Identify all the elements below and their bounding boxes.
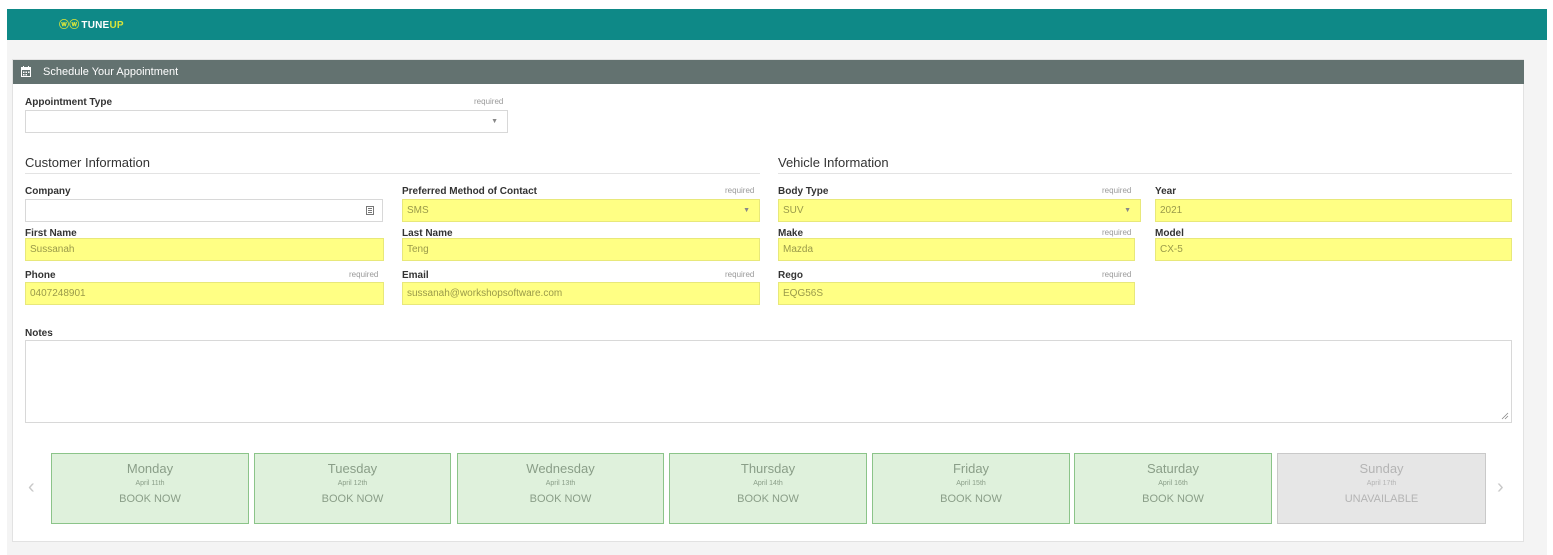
email-label: Email [402, 270, 429, 281]
day-date: April 16th [1158, 480, 1188, 487]
company-label: Company [25, 186, 71, 197]
phone-value: 0407248901 [30, 288, 86, 299]
day-name: Friday [952, 461, 990, 476]
logo-mark-icon: ⓦⓦ [59, 20, 80, 31]
chevron-down-icon: ▼ [1124, 207, 1131, 214]
phone-label: Phone [25, 270, 56, 281]
company-input[interactable] [25, 199, 383, 222]
unavailable-label: UNAVAILABLE [1344, 493, 1419, 505]
next-week-arrow-icon[interactable]: › [1497, 476, 1504, 499]
body-type-value: SUV [783, 205, 804, 216]
day-name: Thursday [740, 461, 796, 476]
logo-text: TUNE [81, 20, 110, 31]
chevron-down-icon: ▼ [491, 118, 498, 125]
calendar-icon [21, 66, 31, 77]
day-name: Monday [126, 461, 174, 476]
day-card-monday[interactable]: Monday April 11th BOOK NOW [51, 453, 249, 524]
appointment-type-select[interactable]: ▼ [25, 110, 508, 133]
book-now-button[interactable]: BOOK NOW [873, 493, 1069, 505]
customer-info-heading: Customer Information [25, 155, 150, 170]
day-card-tuesday[interactable]: Tuesday April 12th BOOK NOW [254, 453, 451, 524]
prev-week-arrow-icon[interactable]: ‹ [28, 476, 35, 499]
year-label: Year [1155, 186, 1177, 197]
day-date: April 11th [135, 480, 165, 487]
email-required: required [725, 270, 755, 279]
contact-card-icon [366, 206, 374, 215]
rego-input[interactable]: EQG56S [778, 282, 1135, 305]
day-name: Sunday [1359, 461, 1404, 476]
body-type-label: Body Type [778, 186, 829, 197]
day-name: Wednesday [526, 461, 595, 476]
contact-method-value: SMS [407, 205, 429, 216]
day-card-saturday[interactable]: Saturday April 16th BOOK NOW [1074, 453, 1272, 524]
book-now-button[interactable]: BOOK NOW [1075, 493, 1271, 505]
year-value: 2021 [1160, 205, 1183, 216]
book-now-button[interactable]: BOOK NOW [52, 493, 248, 505]
model-value: CX-5 [1160, 244, 1183, 255]
notes-textarea[interactable] [25, 340, 1512, 423]
contact-method-required: required [725, 186, 755, 195]
book-now-button[interactable]: BOOK NOW [255, 493, 450, 505]
first-name-input[interactable]: Sussanah [25, 238, 384, 261]
day-card-friday[interactable]: Friday April 15th BOOK NOW [872, 453, 1070, 524]
contact-method-label: Preferred Method of Contact [402, 186, 538, 197]
body-type-select[interactable]: SUV ▼ [778, 199, 1141, 222]
vehicle-info-heading: Vehicle Information [778, 155, 889, 170]
day-card-wednesday[interactable]: Wednesday April 13th BOOK NOW [457, 453, 664, 524]
first-name-value: Sussanah [30, 244, 75, 255]
rego-label: Rego [778, 270, 803, 281]
schedule-panel: Schedule Your Appointment Appointment Ty… [12, 59, 1524, 542]
day-date: April 17th [1366, 480, 1397, 487]
appointment-type-label: Appointment Type [25, 97, 113, 108]
last-name-input[interactable]: Teng [402, 238, 760, 261]
year-input[interactable]: 2021 [1155, 199, 1512, 222]
day-card-sunday: Sunday April 17th UNAVAILABLE [1277, 453, 1486, 524]
body-type-required: required [1102, 186, 1132, 195]
day-date: April 14th [753, 480, 783, 487]
panel-title: Schedule Your Appointment [43, 66, 179, 78]
phone-required: required [349, 270, 379, 279]
day-date: April 15th [956, 480, 986, 487]
tuneup-logo[interactable]: ⓦⓦ TUNEUP [59, 16, 124, 31]
rego-value: EQG56S [783, 288, 824, 299]
rego-required: required [1102, 270, 1132, 279]
day-date: April 13th [545, 480, 576, 487]
panel-header: Schedule Your Appointment [13, 60, 1524, 84]
book-now-button[interactable]: BOOK NOW [670, 493, 866, 505]
notes-label: Notes [25, 328, 53, 339]
email-value: sussanah@workshopsoftware.com [407, 288, 563, 299]
day-name: Tuesday [327, 461, 378, 476]
chevron-down-icon: ▼ [743, 207, 750, 214]
make-required: required [1102, 228, 1132, 237]
phone-input[interactable]: 0407248901 [25, 282, 384, 305]
email-input[interactable]: sussanah@workshopsoftware.com [402, 282, 760, 305]
make-value: Mazda [783, 244, 814, 255]
logo-text-accent: UP [109, 20, 124, 31]
top-bar: ⓦⓦ TUNEUP [7, 9, 1547, 40]
contact-method-select[interactable]: SMS ▼ [402, 199, 760, 222]
appointment-type-required: required [474, 97, 504, 106]
customer-info-divider [25, 173, 760, 174]
resize-handle-icon[interactable] [1501, 412, 1509, 420]
model-input[interactable]: CX-5 [1155, 238, 1512, 261]
day-card-thursday[interactable]: Thursday April 14th BOOK NOW [669, 453, 867, 524]
book-now-button[interactable]: BOOK NOW [458, 493, 663, 505]
day-name: Saturday [1146, 461, 1200, 476]
last-name-value: Teng [407, 244, 429, 255]
vehicle-info-divider [778, 173, 1512, 174]
day-date: April 12th [337, 480, 368, 487]
make-input[interactable]: Mazda [778, 238, 1135, 261]
